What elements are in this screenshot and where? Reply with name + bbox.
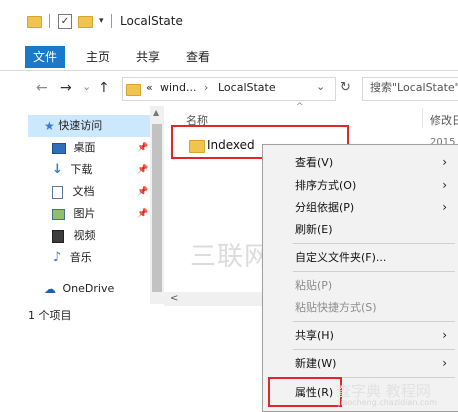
menu-separator bbox=[293, 321, 455, 322]
sidebar-item-label: 文档 bbox=[72, 185, 95, 198]
menu-separator bbox=[293, 243, 455, 244]
menu-item-group-by[interactable]: 分组依据(P) › bbox=[263, 197, 458, 218]
menu-item-paste-shortcut: 粘贴快捷方式(S) bbox=[263, 297, 458, 318]
menu-item-new[interactable]: 新建(W) › bbox=[263, 353, 458, 374]
context-menu: 查看(V) › 排序方式(O) › 分组依据(P) › 刷新(E) 自定义文件夹… bbox=[262, 144, 458, 412]
pin-icon[interactable]: 📌 bbox=[137, 209, 148, 219]
address-folder-icon bbox=[126, 84, 141, 96]
menu-separator bbox=[293, 349, 455, 350]
cloud-icon: ☁ bbox=[44, 282, 56, 296]
sidebar-item-label: OneDrive bbox=[62, 282, 115, 295]
refresh-button[interactable]: ↻ bbox=[340, 79, 351, 97]
sidebar-item-desktop[interactable]: 桌面 bbox=[28, 137, 150, 159]
pictures-icon bbox=[52, 208, 65, 220]
sidebar-item-onedrive[interactable]: ☁ OneDrive bbox=[28, 278, 150, 300]
title-divider bbox=[111, 14, 112, 28]
submenu-arrow-icon: › bbox=[442, 178, 447, 192]
breadcrumb-item[interactable]: wind... bbox=[160, 77, 197, 99]
recent-dropdown-icon[interactable]: ⌄ bbox=[82, 78, 91, 96]
tab-home[interactable]: 主页 bbox=[86, 46, 110, 68]
search-input[interactable]: 搜索"LocalState" bbox=[370, 77, 458, 99]
menu-item-customize-folder[interactable]: 自定义文件夹(F)... bbox=[263, 247, 458, 268]
new-folder-icon[interactable] bbox=[78, 16, 93, 28]
sidebar-item-music[interactable]: ♪ 音乐 bbox=[28, 247, 150, 269]
scroll-left-icon[interactable]: < bbox=[170, 293, 178, 304]
sidebar-item-label: 快速访问 bbox=[58, 119, 103, 132]
video-icon bbox=[52, 229, 64, 243]
column-divider[interactable] bbox=[422, 108, 423, 128]
submenu-arrow-icon: › bbox=[442, 155, 447, 169]
star-icon: ★ bbox=[44, 119, 55, 133]
address-overflow[interactable]: « bbox=[146, 77, 153, 99]
sidebar-item-downloads[interactable]: ↓ 下载 bbox=[28, 159, 150, 181]
menu-item-label: 分组依据(P) bbox=[295, 201, 355, 214]
up-button[interactable]: ↑ bbox=[98, 79, 110, 97]
sort-ascending-icon: ^ bbox=[296, 102, 304, 112]
sidebar-item-label: 桌面 bbox=[73, 141, 96, 154]
pin-icon[interactable]: 📌 bbox=[137, 143, 148, 153]
desktop-icon bbox=[52, 142, 66, 154]
menu-item-view[interactable]: 查看(V) › bbox=[263, 152, 458, 173]
back-button[interactable]: ← bbox=[36, 79, 48, 97]
sidebar-item-label: 下载 bbox=[70, 163, 93, 176]
pin-icon[interactable]: 📌 bbox=[137, 187, 148, 197]
watermark-url: jiaocheng.chazidian.com bbox=[338, 398, 438, 407]
ribbon bbox=[0, 42, 458, 71]
menu-item-label: 粘贴(P) bbox=[295, 279, 333, 292]
horizontal-scrollbar[interactable] bbox=[164, 292, 268, 306]
menu-item-label: 查看(V) bbox=[295, 156, 334, 169]
menu-item-label: 自定义文件夹(F)... bbox=[295, 251, 387, 264]
menu-item-refresh[interactable]: 刷新(E) bbox=[263, 219, 458, 240]
menu-item-label: 粘贴快捷方式(S) bbox=[295, 301, 377, 314]
pin-icon[interactable]: 📌 bbox=[137, 165, 148, 175]
window-title: LocalState bbox=[120, 14, 183, 28]
folder-icon bbox=[27, 16, 42, 28]
toolbar-divider bbox=[49, 14, 50, 28]
column-header-modified[interactable]: 修改日 bbox=[430, 112, 458, 128]
scroll-up-icon[interactable]: ▲ bbox=[153, 108, 159, 117]
forward-button[interactable]: → bbox=[60, 79, 72, 97]
sidebar-item-pictures[interactable]: 图片 bbox=[28, 203, 150, 225]
menu-item-label: 新建(W) bbox=[295, 357, 337, 370]
sidebar-item-videos[interactable]: 视频 bbox=[28, 225, 150, 247]
tab-file[interactable]: 文件 bbox=[25, 46, 65, 68]
menu-item-label: 共享(H) bbox=[295, 329, 334, 342]
highlight-box bbox=[268, 377, 342, 407]
tab-share[interactable]: 共享 bbox=[136, 46, 160, 68]
document-icon bbox=[52, 185, 63, 199]
tab-view[interactable]: 查看 bbox=[186, 46, 210, 68]
submenu-arrow-icon: › bbox=[442, 356, 447, 370]
submenu-arrow-icon: › bbox=[442, 328, 447, 342]
qat-dropdown-icon[interactable]: ▾ bbox=[99, 16, 104, 26]
menu-item-share[interactable]: 共享(H) › bbox=[263, 325, 458, 346]
item-count: 1 个项目 bbox=[28, 309, 72, 322]
sidebar-item-label: 视频 bbox=[73, 229, 96, 242]
sidebar-item-label: 音乐 bbox=[69, 251, 92, 264]
menu-item-label: 排序方式(O) bbox=[295, 179, 357, 192]
menu-item-sort-by[interactable]: 排序方式(O) › bbox=[263, 175, 458, 196]
menu-item-paste: 粘贴(P) bbox=[263, 275, 458, 296]
menu-separator bbox=[293, 271, 455, 272]
address-history-icon[interactable]: ⌄ bbox=[316, 76, 325, 98]
sidebar-item-quick-access[interactable]: ★ 快速访问 bbox=[28, 115, 150, 137]
properties-check-icon[interactable]: ✓ bbox=[58, 14, 72, 29]
sidebar-item-label: 图片 bbox=[73, 207, 96, 220]
music-icon: ♪ bbox=[53, 250, 62, 265]
sidebar-item-documents[interactable]: 文档 bbox=[28, 181, 150, 203]
menu-item-label: 刷新(E) bbox=[295, 223, 333, 236]
scrollbar-thumb[interactable] bbox=[152, 124, 162, 292]
breadcrumb-separator: › bbox=[204, 81, 209, 94]
breadcrumb-item[interactable]: LocalState bbox=[218, 77, 276, 99]
submenu-arrow-icon: › bbox=[442, 200, 447, 214]
download-icon: ↓ bbox=[52, 162, 63, 177]
